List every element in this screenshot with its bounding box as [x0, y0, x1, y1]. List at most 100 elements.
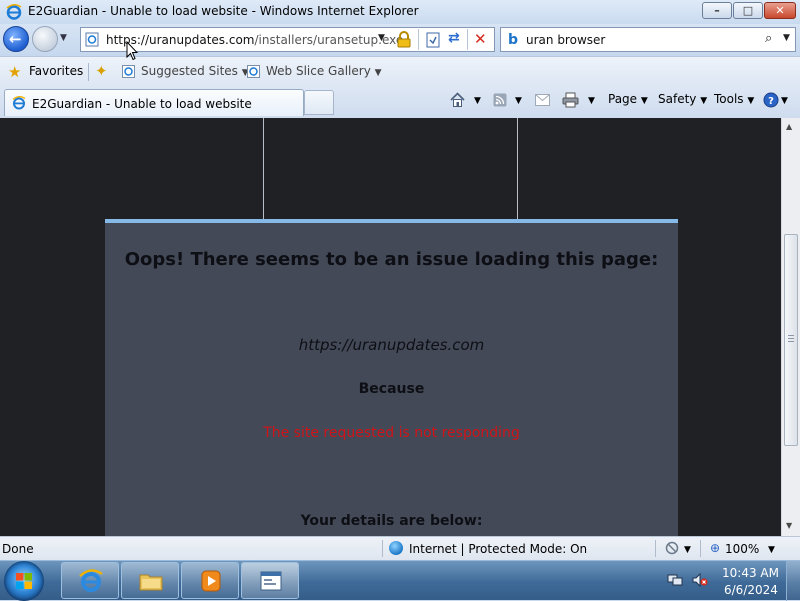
web-slice-gallery-link[interactable]: Web Slice Gallery ▼	[266, 64, 382, 78]
show-desktop-button[interactable]	[786, 561, 800, 601]
chevron-down-icon[interactable]: ▼	[474, 96, 481, 106]
home-icon[interactable]	[449, 91, 466, 108]
lock-icon[interactable]	[397, 31, 411, 48]
security-zone[interactable]: Internet | Protected Mode: On	[409, 542, 587, 556]
suggested-sites-label: Suggested Sites	[141, 64, 238, 78]
internet-explorer-icon	[79, 569, 103, 592]
tab-label: E2Guardian - Unable to load website	[32, 97, 252, 111]
window-icon	[260, 571, 282, 591]
taskbar-active-window[interactable]	[241, 562, 299, 599]
scroll-up-icon[interactable]: ▲	[786, 122, 792, 131]
new-tab-button[interactable]	[304, 90, 334, 115]
help-icon[interactable]: ?	[763, 92, 779, 108]
internet-explorer-icon	[6, 4, 22, 20]
taskbar: 10:43 AM 6/6/2024	[0, 560, 800, 601]
error-reason: The site requested is not responding	[263, 425, 520, 441]
favorites-bar: ★ Favorites ✦ Suggested Sites ▼ Web Slic…	[0, 56, 800, 87]
windows-logo-icon	[16, 573, 32, 589]
chevron-down-icon[interactable]: ▼	[768, 545, 775, 555]
address-separator	[418, 29, 419, 50]
chevron-down-icon: ▼	[374, 68, 382, 78]
search-input[interactable]: uran browser	[526, 33, 605, 47]
refresh-icon[interactable]: ⇄	[448, 30, 460, 46]
scrollbar-thumb[interactable]	[784, 234, 798, 446]
vertical-scrollbar[interactable]: ▲ ▼	[781, 118, 800, 536]
close-icon: ✕	[775, 4, 785, 17]
zoom-icon[interactable]: ⊕	[710, 541, 720, 555]
page-menu[interactable]: Page ▼	[608, 92, 648, 106]
scrollbar-grip	[788, 335, 794, 336]
network-icon[interactable]	[667, 573, 683, 587]
error-card: Oops! There seems to be an issue loading…	[105, 219, 678, 536]
forward-button[interactable]	[32, 26, 58, 52]
read-mail-icon[interactable]	[535, 94, 550, 106]
feeds-icon[interactable]	[493, 93, 507, 107]
chevron-down-icon: ▼	[640, 96, 648, 106]
tab-active[interactable]: E2Guardian - Unable to load website	[4, 89, 304, 116]
web-slice-icon	[247, 65, 260, 78]
history-dropdown-icon[interactable]: ▼	[60, 33, 67, 43]
stop-icon[interactable]: ✕	[474, 30, 487, 48]
search-dropdown-icon[interactable]: ▼	[783, 33, 790, 43]
taskbar-internet-explorer[interactable]	[61, 562, 119, 599]
navigation-bar: ← ▼ https://uranupdates.com/installers/u…	[0, 24, 800, 56]
window-title: E2Guardian - Unable to load website - Wi…	[28, 4, 419, 18]
protected-mode-icon[interactable]	[665, 541, 679, 555]
search-box[interactable]: b uran browser ⌕ ▼	[500, 27, 796, 52]
tools-menu[interactable]: Tools ▼	[714, 92, 754, 106]
status-separator	[655, 540, 656, 557]
svg-text:?: ?	[768, 96, 774, 107]
address-dropdown-icon[interactable]: ▼	[378, 33, 385, 43]
clock-time[interactable]: 10:43 AM	[722, 566, 779, 580]
address-separator	[467, 29, 468, 50]
minimize-button[interactable]: –	[702, 2, 732, 19]
clock-date[interactable]: 6/6/2024	[724, 583, 778, 597]
taskbar-file-explorer[interactable]	[121, 562, 179, 599]
zoom-level[interactable]: 100%	[725, 542, 759, 556]
chevron-down-icon[interactable]: ▼	[781, 96, 788, 106]
chevron-down-icon[interactable]: ▼	[588, 96, 595, 106]
blocked-site-url: https://uranupdates.com	[298, 336, 485, 354]
details-heading: Your details are below:	[300, 513, 483, 529]
volume-muted-icon[interactable]	[692, 573, 708, 587]
chevron-down-icon[interactable]: ▼	[515, 96, 522, 106]
suggested-sites-link[interactable]: Suggested Sites ▼	[141, 64, 249, 78]
title-bar: E2Guardian - Unable to load website - Wi…	[0, 0, 800, 24]
favorites-star-icon[interactable]: ★	[8, 63, 21, 81]
safety-menu-label: Safety	[658, 92, 697, 106]
compatibility-view-icon[interactable]	[425, 32, 441, 48]
page-menu-label: Page	[608, 92, 638, 106]
url-host: uranupdates.com	[149, 33, 255, 47]
add-to-favorites-icon[interactable]: ✦	[95, 62, 108, 80]
mouse-cursor-icon	[126, 41, 138, 61]
page-content: Oops! There seems to be an issue loading…	[0, 118, 781, 536]
tools-menu-label: Tools	[714, 92, 744, 106]
tab-row: E2Guardian - Unable to load website ▼ ▼ …	[0, 87, 800, 118]
internet-explorer-icon	[12, 96, 26, 110]
suggested-sites-icon	[122, 65, 135, 78]
favorites-separator	[88, 63, 89, 81]
error-heading: Oops! There seems to be an issue loading…	[124, 249, 659, 270]
maximize-button[interactable]: □	[733, 2, 763, 19]
close-button[interactable]: ✕	[764, 2, 796, 19]
chevron-down-icon: ▼	[700, 96, 708, 106]
back-button[interactable]: ←	[3, 26, 29, 52]
address-bar[interactable]: https://uranupdates.com/installers/urans…	[80, 27, 495, 52]
maximize-icon: □	[742, 4, 754, 17]
web-slice-gallery-label: Web Slice Gallery	[266, 64, 371, 78]
internet-zone-icon	[389, 541, 403, 555]
back-arrow-icon: ←	[9, 30, 22, 48]
chevron-down-icon[interactable]: ▼	[684, 545, 691, 555]
media-player-icon	[201, 570, 221, 592]
scroll-down-icon[interactable]: ▼	[786, 521, 792, 530]
taskbar-media-player[interactable]	[181, 562, 239, 599]
safety-menu[interactable]: Safety ▼	[658, 92, 707, 106]
print-icon[interactable]	[562, 92, 579, 108]
bing-icon: b	[508, 32, 519, 48]
start-button[interactable]	[4, 561, 44, 601]
favorites-button[interactable]: Favorites	[29, 64, 83, 78]
address-url[interactable]: https://uranupdates.com/installers/urans…	[106, 33, 403, 47]
status-separator	[700, 540, 701, 557]
because-label: Because	[358, 381, 425, 397]
search-icon[interactable]: ⌕	[765, 31, 772, 46]
